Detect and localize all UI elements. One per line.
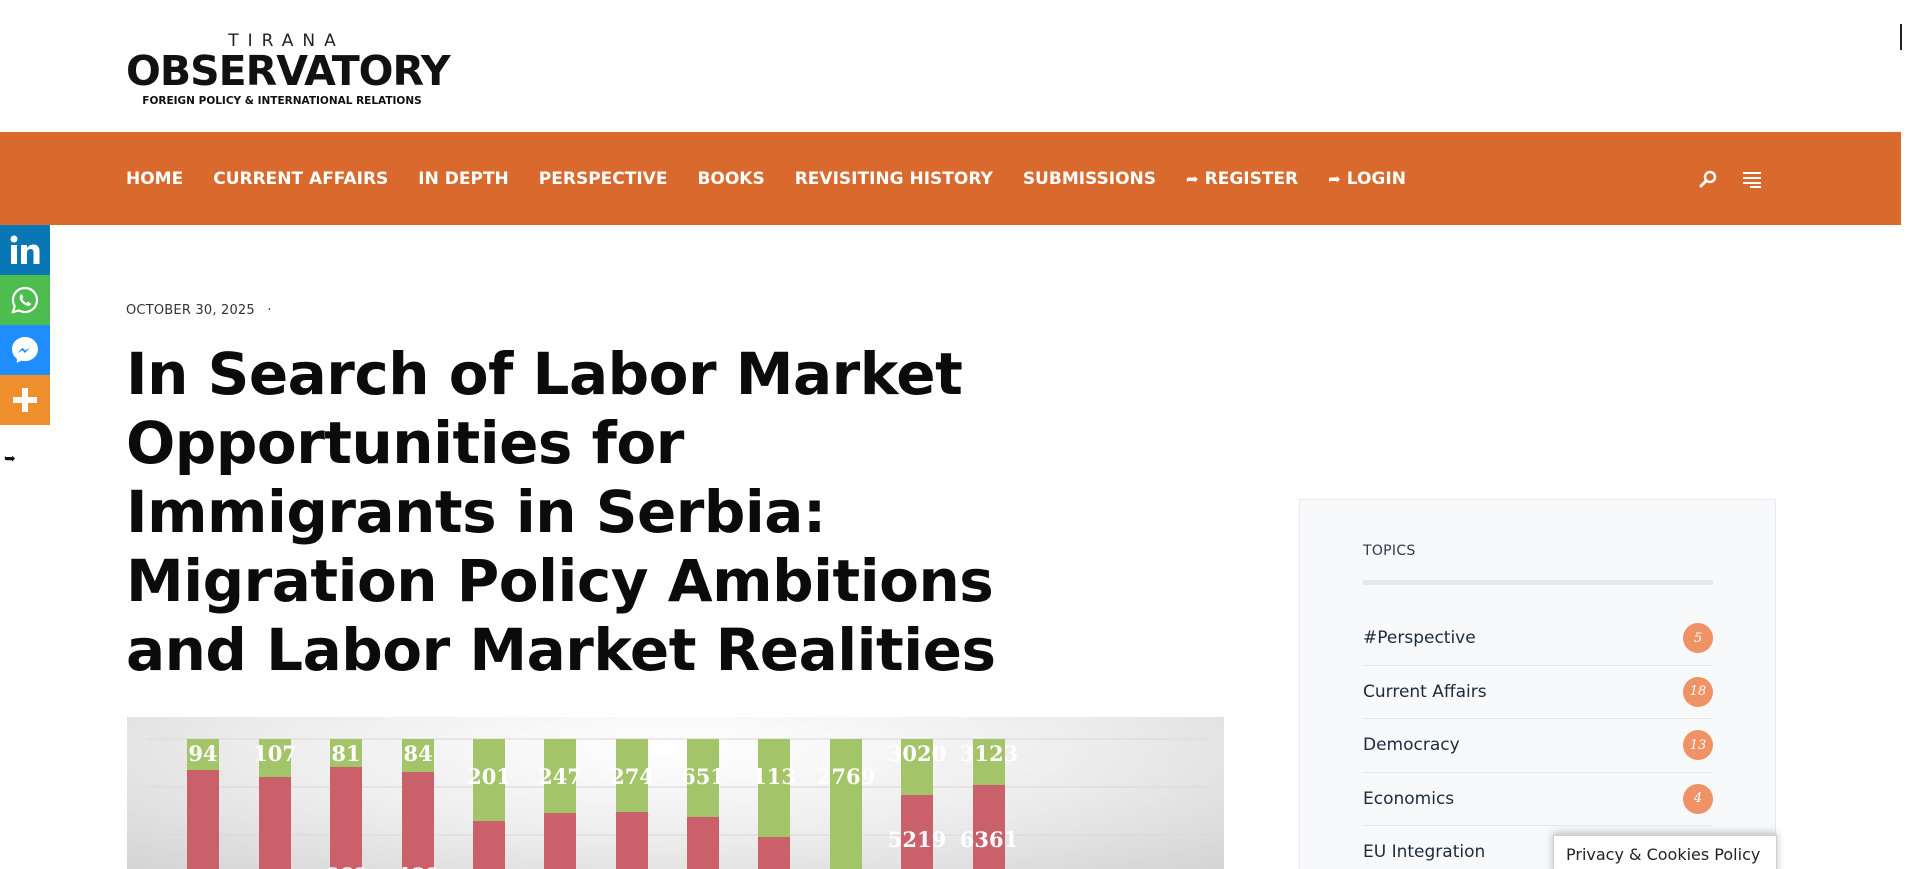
chart-data-label: 201 [467, 764, 511, 789]
topics-sidebar: TOPICS #Perspective 5 Current Affairs 18… [1299, 499, 1776, 869]
hide-share-icon[interactable]: ➥ [4, 451, 16, 467]
messenger-icon [12, 337, 38, 363]
chart-bar-red [544, 813, 576, 869]
chart-data-label: 3020 [888, 741, 946, 766]
article-date: OCTOBER 30, 2025 [126, 303, 255, 318]
chart-data-label: 5219 [888, 827, 946, 852]
search-icon[interactable] [1698, 169, 1718, 189]
nav-register-label: REGISTER [1204, 168, 1299, 189]
privacy-cookies-button[interactable]: Privacy & Cookies Policy [1553, 835, 1777, 869]
chart-bar-red [402, 772, 434, 869]
topic-count-badge: 13 [1683, 730, 1713, 761]
article-featured-chart: 94 107 81 668 84 488 201 247 274 651 113 2769 3020 52… [127, 717, 1224, 869]
chart-bar-red [187, 770, 219, 869]
nav-revisiting-history[interactable]: REVISITING HISTORY [795, 169, 993, 189]
nav-revisiting-history-label: REVISITING HISTORY [794, 168, 993, 189]
topics-divider [1363, 580, 1713, 585]
chart-data-label: 488 [396, 863, 440, 869]
chart-data-label: 6361 [960, 827, 1018, 852]
nav-login-label: LOGIN [1346, 168, 1406, 189]
messenger-share-button[interactable] [0, 325, 50, 375]
nav-menu: HOME CURRENT AFFAIRS IN DEPTH PERSPECTIV… [126, 132, 1436, 225]
nav-perspective[interactable]: PERSPECTIVE [539, 169, 668, 189]
share-arrow-icon: ➦ [1328, 169, 1341, 188]
topic-item[interactable]: Democracy 13 [1363, 719, 1713, 773]
linkedin-icon [10, 235, 40, 264]
meta-separator: · [267, 303, 272, 318]
topics-title: TOPICS [1363, 543, 1416, 559]
linkedin-share-button[interactable] [0, 225, 50, 275]
chart-data-label: 274 [610, 764, 654, 789]
topic-item[interactable]: Economics 4 [1363, 773, 1713, 826]
nav-books-label: BOOKS [697, 168, 765, 189]
chart-bar-red [616, 812, 648, 869]
whatsapp-icon [11, 286, 39, 314]
chart-data-label: 84 [403, 741, 432, 766]
chart-data-label: 113 [752, 764, 796, 789]
topic-item[interactable]: #Perspective 5 [1363, 612, 1713, 666]
chart-bar-red [259, 777, 291, 869]
topic-label: Current Affairs [1363, 681, 1487, 702]
nav-submissions-label: SUBMISSIONS [1022, 168, 1157, 189]
chart-data-label: 94 [188, 741, 217, 766]
topic-count-badge: 18 [1683, 676, 1713, 707]
scroll-indicator [1900, 24, 1902, 50]
menu-icon[interactable] [1742, 170, 1762, 188]
topic-label: EU Integration [1363, 842, 1486, 863]
chart-data-label: 668 [324, 863, 368, 869]
whatsapp-share-button[interactable] [0, 275, 50, 325]
nav-in-depth-label: IN DEPTH [418, 168, 509, 189]
nav-submissions[interactable]: SUBMISSIONS [1023, 169, 1156, 189]
topic-label: Democracy [1363, 735, 1460, 756]
chart-data-label: 3123 [960, 741, 1018, 766]
nav-register[interactable]: ➦ REGISTER [1186, 169, 1298, 189]
topic-count-badge: 4 [1683, 783, 1713, 814]
chart-bar-green [830, 739, 862, 869]
plus-icon [13, 388, 37, 412]
chart-bar-red [758, 837, 790, 869]
chart-svg: 94 107 81 668 84 488 201 247 274 651 113 2769 3020 52… [147, 738, 1207, 869]
topic-item[interactable]: Current Affairs 18 [1363, 666, 1713, 719]
nav-icons [1698, 132, 1786, 225]
article-meta: OCTOBER 30, 2025 · [126, 303, 272, 318]
more-share-button[interactable] [0, 375, 50, 425]
main-navbar: HOME CURRENT AFFAIRS IN DEPTH PERSPECTIV… [0, 132, 1901, 225]
topic-label: #Perspective [1363, 628, 1476, 649]
chart-bar-red [687, 817, 719, 869]
page: TIRANA OBSERVATORY FOREIGN POLICY & INTE… [0, 0, 1906, 869]
share-arrow-icon: ➦ [1186, 169, 1199, 188]
chart-data-label: 247 [538, 764, 582, 789]
logo-subtitle: FOREIGN POLICY & INTERNATIONAL RELATIONS [142, 95, 422, 107]
chart-data-label: 651 [681, 764, 725, 789]
chart-data-label: 81 [331, 741, 360, 766]
logo-main-text: OBSERVATORY [126, 47, 451, 95]
topics-list: #Perspective 5 Current Affairs 18 Democr… [1363, 612, 1713, 869]
chart-bar-red [330, 767, 362, 869]
nav-home[interactable]: HOME [126, 169, 183, 189]
nav-perspective-label: PERSPECTIVE [538, 168, 668, 189]
topic-label: Economics [1363, 788, 1455, 809]
site-logo[interactable]: TIRANA OBSERVATORY FOREIGN POLICY & INTE… [126, 32, 451, 108]
nav-current-affairs-label: CURRENT AFFAIRS [213, 168, 389, 189]
chart-data-label: 107 [253, 741, 297, 766]
chart-bar-red [473, 821, 505, 869]
social-share-bar [0, 225, 50, 425]
nav-in-depth[interactable]: IN DEPTH [418, 169, 508, 189]
article-title: In Search of Labor Market Opportunities … [126, 340, 996, 684]
topic-count-badge: 5 [1683, 623, 1713, 654]
nav-home-label: HOME [126, 168, 184, 189]
nav-login[interactable]: ➦ LOGIN [1328, 169, 1406, 189]
nav-books[interactable]: BOOKS [697, 169, 764, 189]
chart-data-label: 2769 [817, 764, 875, 789]
nav-current-affairs[interactable]: CURRENT AFFAIRS [213, 169, 388, 189]
